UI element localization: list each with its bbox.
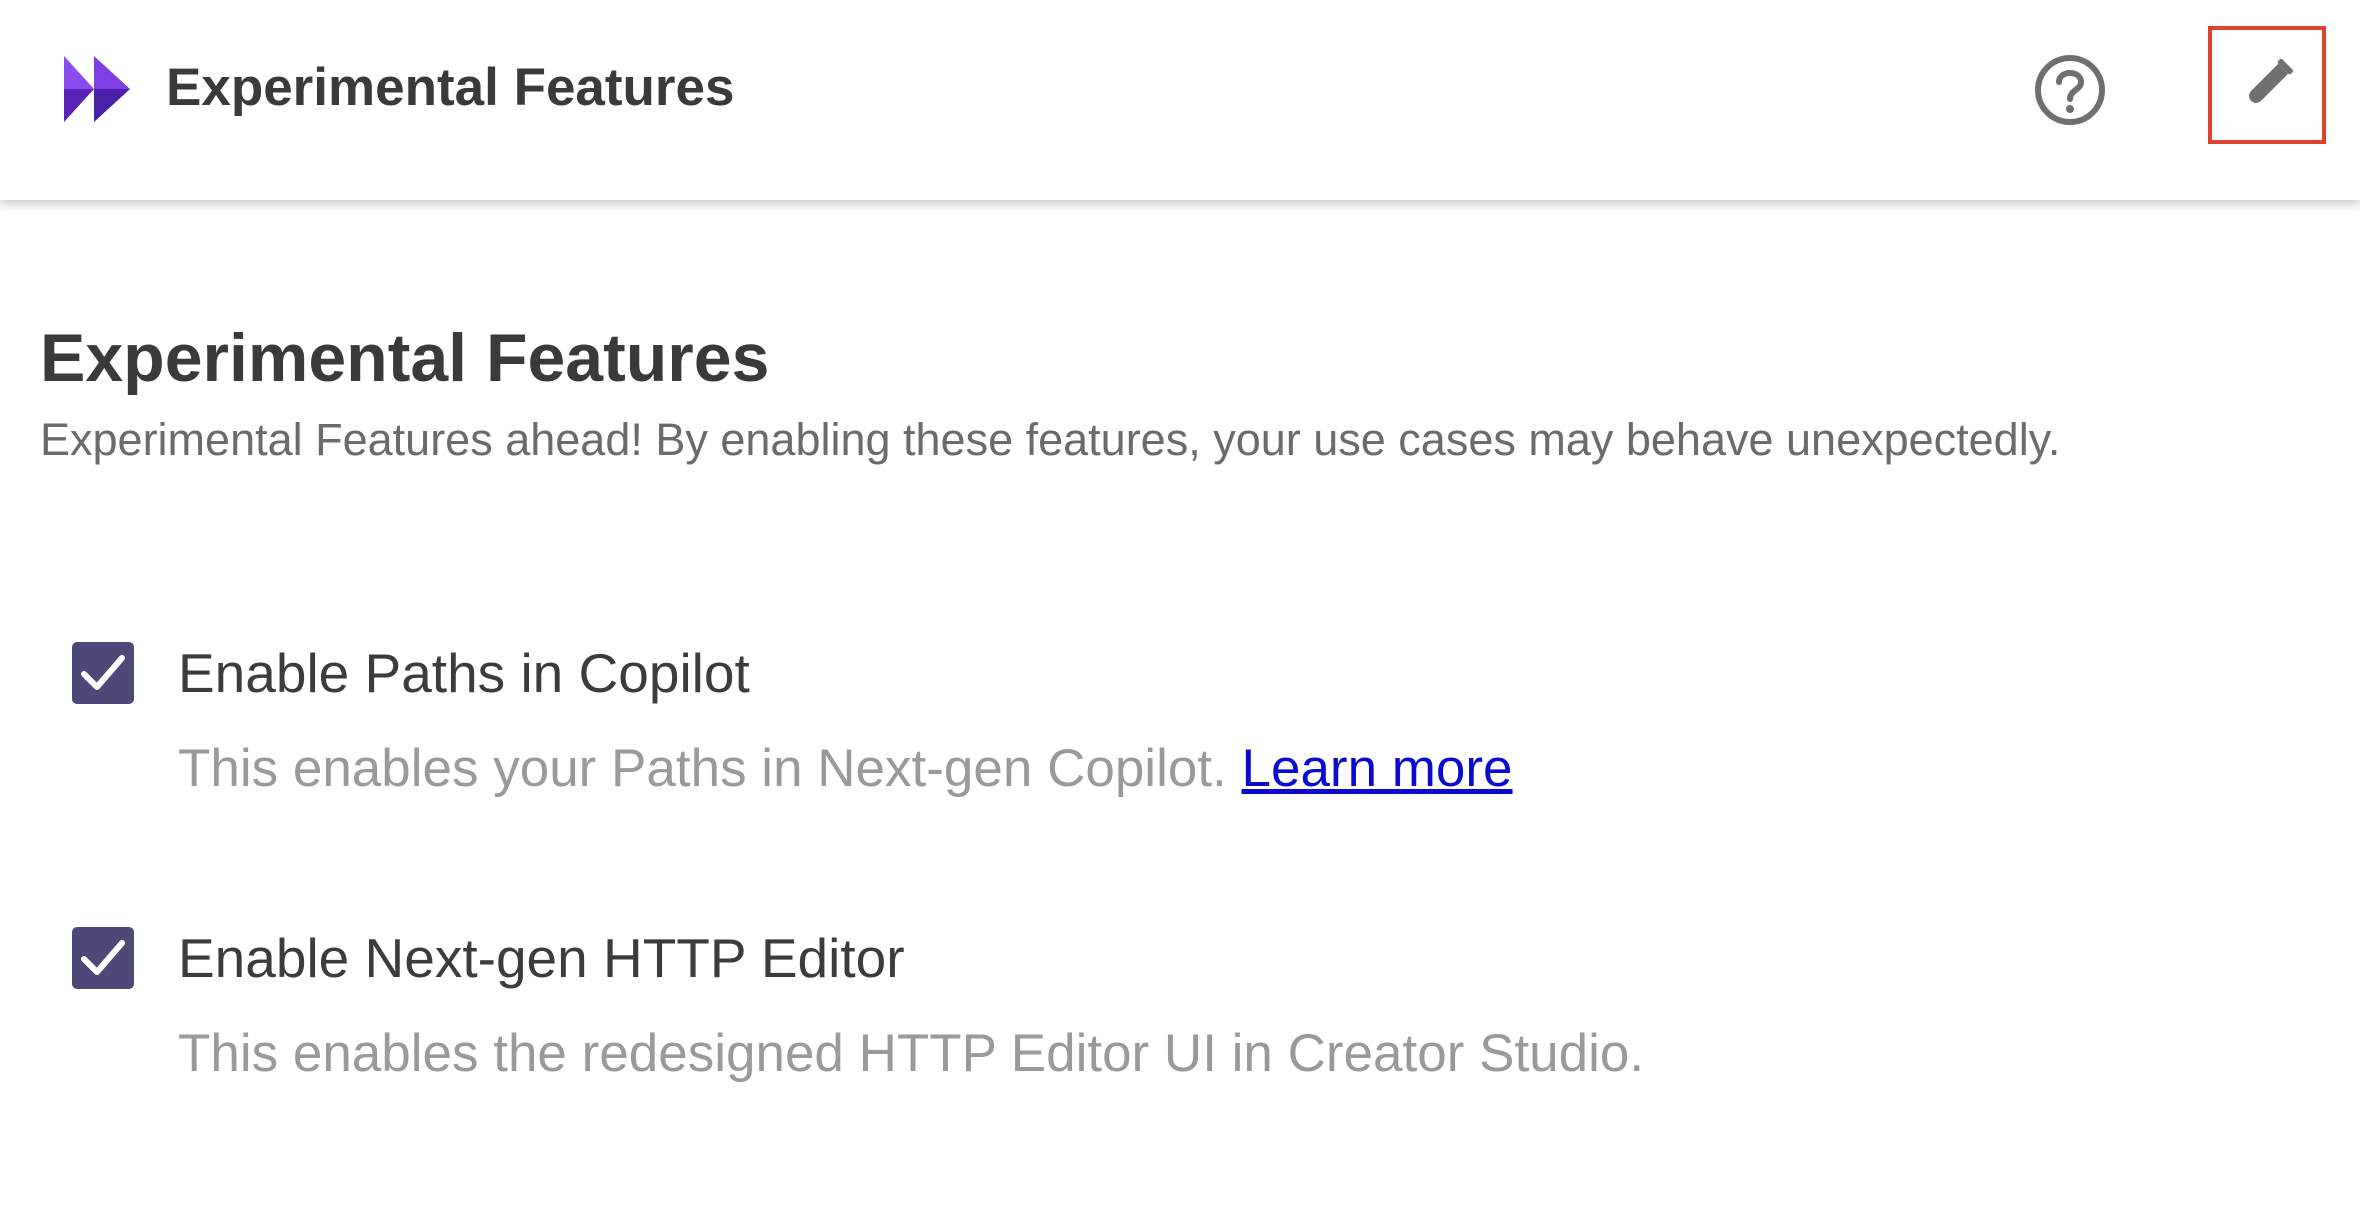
next-gen-http-editor-checkbox[interactable] (72, 927, 134, 989)
test-tube-icon (2249, 58, 2294, 103)
top-bar: Experimental Features (0, 0, 2360, 200)
feature-description: This enables the redesigned HTTP Editor … (178, 1024, 1645, 1083)
feature-description-text: This enables your Paths in Next-gen Copi… (178, 739, 1242, 798)
app-logo-icon (64, 56, 130, 122)
main-content: Experimental Features Experimental Featu… (0, 200, 2360, 1216)
page-title: Experimental Features (40, 320, 770, 396)
page-subtitle: Experimental Features ahead! By enabling… (40, 414, 2061, 465)
feature-label: Enable Next-gen HTTP Editor (178, 927, 905, 989)
feature-label: Enable Paths in Copilot (178, 642, 750, 704)
checkmark-icon (81, 940, 125, 975)
experimental-features-button[interactable] (2208, 26, 2326, 144)
checkmark-icon (81, 655, 125, 690)
feature-description: This enables your Paths in Next-gen Copi… (178, 737, 1513, 801)
app-title: Experimental Features (166, 58, 735, 117)
help-circle-icon (2035, 55, 2105, 125)
learn-more-link[interactable]: Learn more (1242, 739, 1513, 798)
paths-in-copilot-checkbox[interactable] (72, 642, 134, 704)
help-button[interactable] (2032, 52, 2108, 128)
